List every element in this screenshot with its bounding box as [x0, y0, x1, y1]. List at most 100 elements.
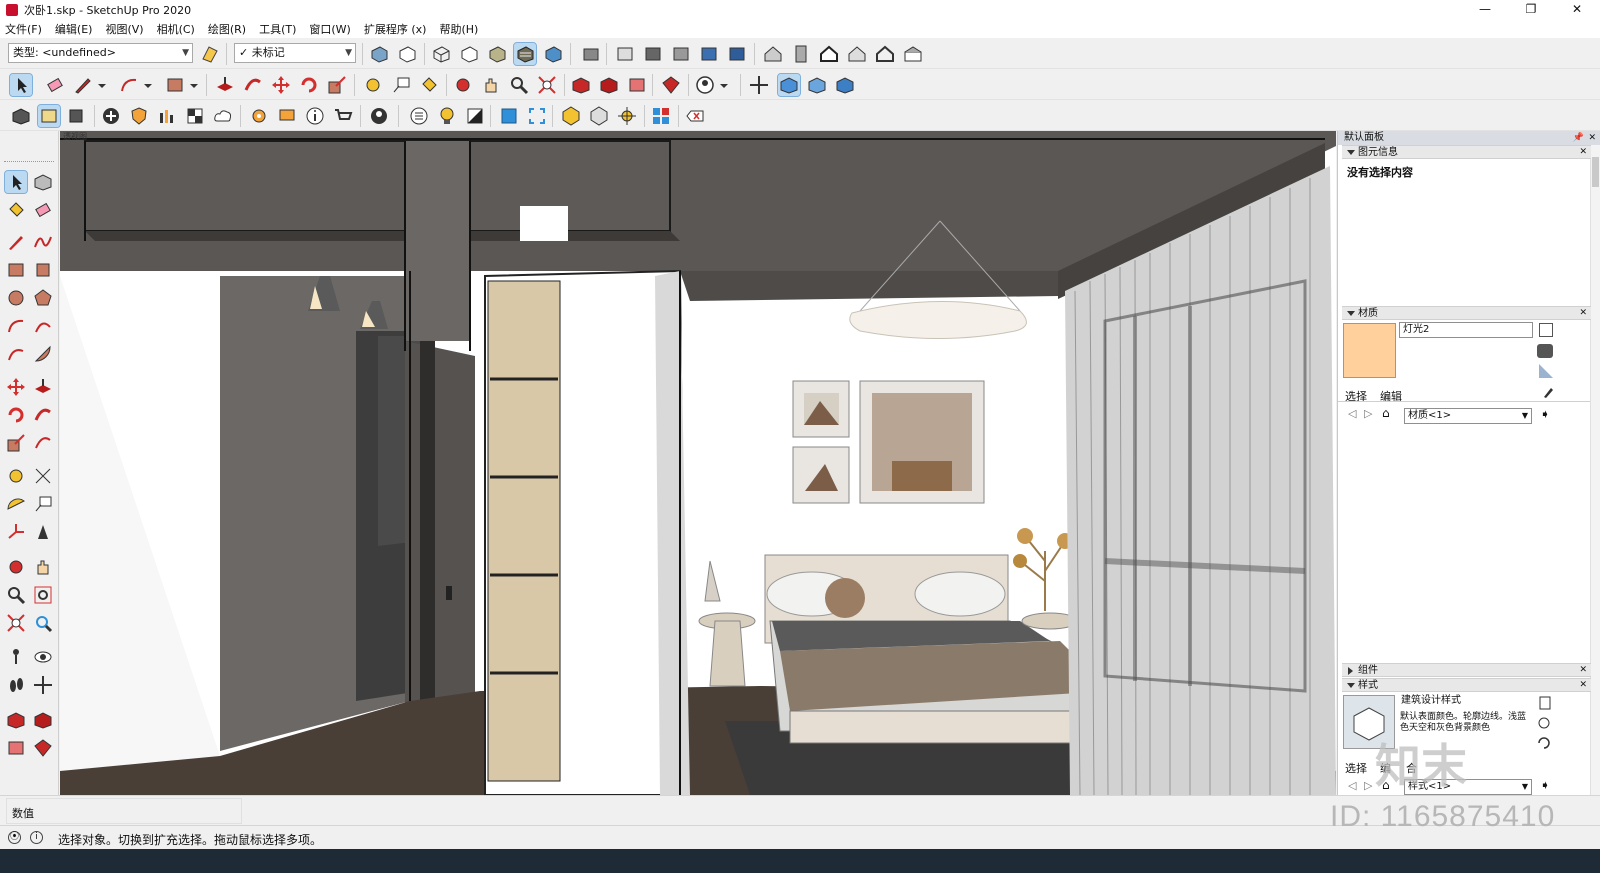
arc-tool-icon[interactable]	[5, 315, 27, 337]
menu-draw[interactable]: 绘图(R)	[208, 21, 246, 37]
back-edges-icon[interactable]	[396, 43, 418, 65]
section-cut-icon[interactable]	[806, 74, 828, 96]
tape-measure-icon[interactable]	[362, 74, 384, 96]
rotated-rect-icon[interactable]	[32, 259, 54, 281]
details-arrow-icon[interactable]: ➧	[1540, 778, 1550, 792]
checker-icon[interactable]	[184, 105, 206, 127]
square-icon[interactable]	[498, 105, 520, 127]
scale-tool-icon[interactable]	[5, 432, 27, 454]
shield-icon[interactable]	[128, 105, 150, 127]
zoom-window-icon[interactable]	[32, 584, 54, 606]
instructor-info-icon[interactable]: i	[30, 831, 43, 844]
info-icon[interactable]	[304, 105, 326, 127]
style-name-field[interactable]: 建筑设计样式	[1398, 694, 1532, 710]
upload-model-icon[interactable]	[626, 74, 648, 96]
maximize-button[interactable]: ❐	[1508, 0, 1554, 20]
close-icon[interactable]: ✕	[1588, 131, 1596, 145]
hexagon-outline-icon[interactable]	[588, 105, 610, 127]
update-style-icon[interactable]	[1539, 696, 1551, 710]
menu-help[interactable]: 帮助(H)	[439, 21, 478, 37]
material-name-field[interactable]: 灯光2	[1399, 322, 1533, 338]
styles-header[interactable]: 样式 ✕	[1342, 678, 1591, 692]
house-icon[interactable]	[818, 43, 840, 65]
hexagon-icon[interactable]	[560, 105, 582, 127]
iso-view-icon[interactable]	[614, 43, 636, 65]
tape-tool-icon[interactable]	[5, 465, 27, 487]
pan-tool-icon[interactable]	[32, 556, 54, 578]
right-view-icon[interactable]	[698, 43, 720, 65]
axes-icon[interactable]	[5, 521, 27, 543]
back-arrow-icon[interactable]: ◁	[1348, 779, 1356, 792]
create-material-icon[interactable]	[1539, 323, 1553, 337]
house-section-icon[interactable]	[846, 43, 868, 65]
push-pull-tool-icon[interactable]	[32, 376, 54, 398]
materials-header[interactable]: 材质 ✕	[1342, 306, 1591, 320]
ruby-icon[interactable]	[32, 737, 54, 759]
dimension-icon[interactable]	[32, 465, 54, 487]
select-arrow-icon[interactable]	[9, 73, 33, 97]
paint-icon[interactable]	[5, 199, 27, 221]
upload-icon[interactable]	[5, 737, 27, 759]
cloud-upload-icon[interactable]	[212, 105, 234, 127]
chevron-down-icon[interactable]	[188, 74, 200, 96]
move-tool-icon[interactable]	[5, 376, 27, 398]
menu-window[interactable]: 窗口(W)	[309, 21, 350, 37]
zoom-extents-tool-icon[interactable]	[5, 612, 27, 634]
close-icon[interactable]: ✕	[1579, 679, 1587, 692]
list-icon[interactable]	[408, 105, 430, 127]
front-view-icon[interactable]	[670, 43, 692, 65]
pie-icon[interactable]	[32, 343, 54, 365]
chevron-down-icon[interactable]	[718, 74, 730, 96]
back-view-icon[interactable]	[726, 43, 748, 65]
extension-warehouse-icon[interactable]	[660, 74, 682, 96]
close-button[interactable]: ✕	[1554, 0, 1600, 20]
warehouse-icon[interactable]	[762, 43, 784, 65]
move-icon[interactable]	[270, 74, 292, 96]
tray-scrollbar[interactable]	[1590, 145, 1600, 795]
push-pull-icon[interactable]	[214, 74, 236, 96]
text-icon[interactable]	[32, 493, 54, 515]
section-fill-icon[interactable]	[834, 74, 856, 96]
delete-icon[interactable]	[684, 105, 706, 127]
3d-text-icon[interactable]	[32, 521, 54, 543]
eyedropper-icon[interactable]	[1542, 385, 1554, 399]
component-icon[interactable]	[580, 43, 602, 65]
share-model-icon[interactable]	[32, 709, 54, 731]
paint-bucket-icon[interactable]	[418, 74, 440, 96]
forward-arrow-icon[interactable]: ▷	[1364, 407, 1372, 420]
select-icon[interactable]	[4, 170, 28, 194]
previous-view-icon[interactable]	[32, 612, 54, 634]
top-view-icon[interactable]	[642, 43, 664, 65]
target-icon[interactable]	[616, 105, 638, 127]
back-arrow-icon[interactable]: ◁	[1348, 407, 1356, 420]
wireframe-icon[interactable]	[430, 43, 452, 65]
shaded-icon[interactable]	[486, 43, 508, 65]
make-component-icon[interactable]	[32, 171, 54, 193]
close-icon[interactable]: ✕	[1579, 664, 1587, 677]
chevron-down-icon[interactable]	[96, 74, 108, 96]
eraser-tool-icon[interactable]	[32, 199, 54, 221]
tag-combo[interactable]: ✓ 未标记 ▼	[234, 43, 356, 63]
orbit-icon[interactable]	[452, 74, 474, 96]
close-icon[interactable]: ✕	[1579, 146, 1587, 159]
contrast-icon[interactable]	[464, 105, 486, 127]
details-arrow-icon[interactable]: ➧	[1540, 407, 1550, 421]
layers-icon[interactable]	[66, 105, 88, 127]
entity-info-header[interactable]: 图元信息 ✕	[1342, 145, 1591, 159]
protractor-icon[interactable]	[5, 493, 27, 515]
crop-icon[interactable]	[526, 105, 548, 127]
hidden-line-icon[interactable]	[458, 43, 480, 65]
zoom-tool-icon[interactable]	[5, 584, 27, 606]
geo-location-icon[interactable]: ⦿	[8, 831, 21, 844]
pencil-icon[interactable]	[72, 74, 94, 96]
arc-icon[interactable]	[118, 74, 140, 96]
chevron-down-icon[interactable]	[142, 74, 154, 96]
rotate-tool-icon[interactable]	[5, 404, 27, 426]
circle-icon[interactable]	[5, 287, 27, 309]
menu-camera[interactable]: 相机(C)	[157, 21, 195, 37]
position-camera-icon[interactable]	[5, 646, 27, 668]
menu-tools[interactable]: 工具(T)	[259, 21, 296, 37]
door-icon[interactable]	[790, 43, 812, 65]
follow-me-tool-icon[interactable]	[32, 404, 54, 426]
close-icon[interactable]: ✕	[1579, 307, 1587, 320]
